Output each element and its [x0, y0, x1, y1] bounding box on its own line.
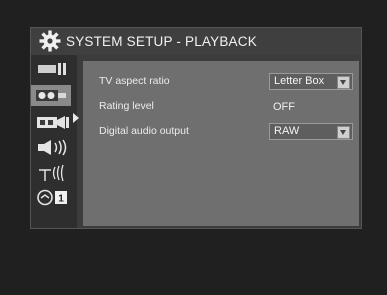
sidebar-item-display[interactable]: [35, 59, 73, 80]
title-bar: SYSTEM SETUP - PLAYBACK: [31, 28, 361, 55]
setting-label-aspect-ratio: TV aspect ratio: [99, 75, 170, 87]
tv-screen: SYSTEM SETUP - PLAYBACK 1 TV aspect rati…: [0, 0, 387, 295]
digital-audio-dropdown[interactable]: RAW: [269, 123, 353, 140]
sidebar-item-antenna[interactable]: [35, 162, 73, 183]
chevron-down-icon[interactable]: [337, 76, 350, 89]
digital-audio-value: RAW: [274, 125, 300, 137]
selected-arrow-icon: [73, 113, 79, 123]
speaker-audio-icon: [38, 139, 67, 156]
sidebar-item-audio[interactable]: [35, 137, 73, 158]
sidebar: 1: [31, 55, 79, 228]
settings-content: TV aspect ratio Letter Box Rating level …: [83, 61, 359, 226]
display-icon: [38, 63, 66, 75]
parental-badge: 1: [58, 194, 64, 205]
page-title: SYSTEM SETUP - PLAYBACK: [66, 34, 257, 49]
aspect-ratio-dropdown[interactable]: Letter Box: [269, 73, 353, 90]
setup-panel: SYSTEM SETUP - PLAYBACK 1 TV aspect rati…: [30, 27, 362, 229]
setting-label-rating-level: Rating level: [99, 100, 154, 112]
playback-film-icon: [36, 90, 66, 101]
antenna-icon: [39, 164, 64, 182]
aspect-ratio-value: Letter Box: [274, 75, 325, 87]
gear-icon: [39, 30, 61, 52]
setting-label-digital-audio: Digital audio output: [99, 125, 189, 137]
rating-level-value[interactable]: OFF: [273, 101, 295, 113]
video-camera-icon: [37, 116, 69, 129]
chevron-down-icon[interactable]: [337, 126, 350, 139]
sidebar-item-playback[interactable]: [31, 85, 71, 106]
parental-lock-icon: 1: [37, 189, 67, 206]
sidebar-item-parental[interactable]: 1: [35, 187, 73, 208]
sidebar-item-video[interactable]: [35, 112, 73, 133]
